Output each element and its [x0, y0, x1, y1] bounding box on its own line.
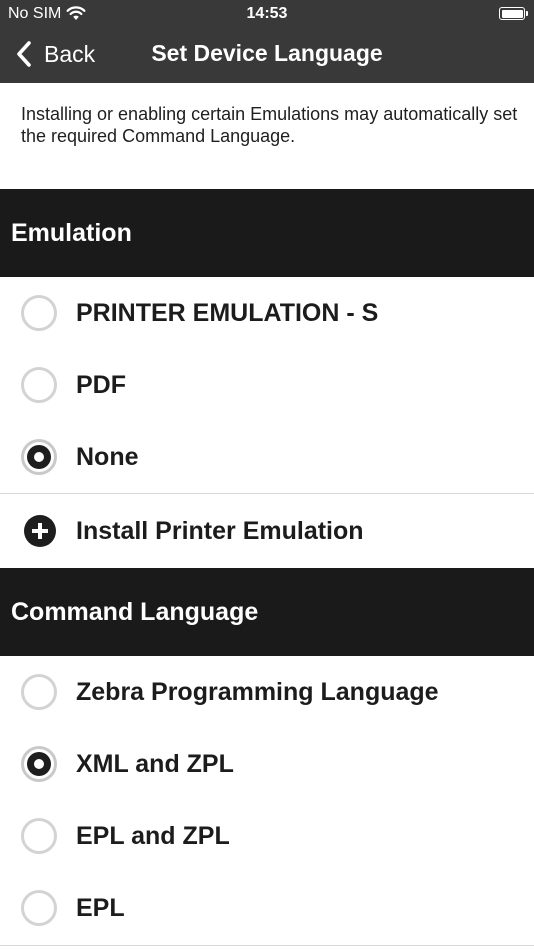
top-bar: No SIM 14:53 Back Set Device Language — [0, 0, 534, 83]
radio-button[interactable] — [21, 674, 57, 710]
command-option-epl[interactable]: EPL — [0, 872, 534, 944]
option-label: Zebra Programming Language — [76, 678, 439, 706]
page-title: Set Device Language — [151, 40, 383, 66]
radio-button-selected[interactable] — [21, 439, 57, 475]
section-title: Command Language — [11, 598, 259, 626]
install-printer-emulation-button[interactable]: Install Printer Emulation — [0, 495, 534, 567]
option-label: None — [76, 443, 139, 471]
clock: 14:53 — [246, 5, 288, 22]
emulation-option-pdf[interactable]: PDF — [0, 349, 534, 421]
command-option-epl-and-zpl[interactable]: EPL and ZPL — [0, 800, 534, 872]
install-label: Install Printer Emulation — [76, 517, 364, 545]
emulation-section-header: Emulation — [0, 189, 534, 277]
option-label: EPL and ZPL — [76, 822, 230, 850]
add-circle-icon — [24, 515, 56, 547]
navigation-bar: Back Set Device Language — [0, 28, 534, 83]
emulation-option-none[interactable]: None — [0, 421, 534, 493]
divider — [0, 945, 534, 946]
section-title: Emulation — [11, 219, 132, 247]
radio-button[interactable] — [21, 890, 57, 926]
radio-button-selected[interactable] — [21, 746, 57, 782]
radio-button[interactable] — [21, 295, 57, 331]
divider — [0, 493, 534, 494]
battery-icon — [499, 7, 528, 20]
command-language-section-header: Command Language — [0, 568, 534, 656]
command-option-xml-and-zpl[interactable]: XML and ZPL — [0, 728, 534, 800]
emulation-option-printer-emulation-s[interactable]: PRINTER EMULATION - S — [0, 277, 534, 349]
option-label: PRINTER EMULATION - S — [76, 299, 379, 327]
option-label: XML and ZPL — [76, 750, 234, 778]
info-text: Installing or enabling certain Emulation… — [21, 104, 518, 146]
option-label: EPL — [76, 894, 125, 922]
status-bar: No SIM 14:53 — [0, 0, 534, 28]
radio-button[interactable] — [21, 367, 57, 403]
command-option-zpl[interactable]: Zebra Programming Language — [0, 656, 534, 728]
option-label: PDF — [76, 371, 126, 399]
radio-button[interactable] — [21, 818, 57, 854]
